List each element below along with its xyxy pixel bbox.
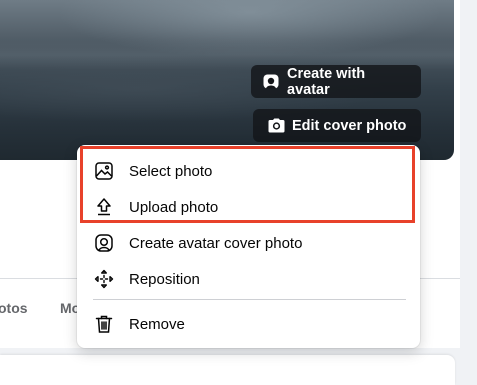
menu-item-label: Reposition: [129, 270, 200, 288]
create-with-avatar-label: Create with avatar: [287, 65, 366, 98]
menu-item-remove[interactable]: Remove: [85, 306, 412, 342]
menu-item-label: Remove: [129, 315, 185, 333]
menu-item-select-photo[interactable]: Select photo: [85, 153, 412, 189]
upload-icon: [93, 196, 115, 218]
trash-icon: [93, 313, 115, 335]
edit-cover-photo-button[interactable]: Edit cover photo: [253, 109, 421, 142]
edit-cover-photo-label: Edit cover photo: [292, 117, 407, 134]
create-with-avatar-button[interactable]: Create with avatar: [251, 65, 421, 98]
avatar-icon: [262, 73, 280, 91]
menu-item-label: Create avatar cover photo: [129, 234, 303, 252]
menu-item-create-avatar-cover[interactable]: Create avatar cover photo: [85, 225, 412, 261]
cover-photo-menu: Select photo Upload photo Create avatar …: [77, 145, 420, 348]
menu-item-reposition[interactable]: Reposition: [85, 261, 412, 297]
image-icon: [93, 160, 115, 182]
menu-item-label: Upload photo: [129, 198, 219, 216]
page-margin: [460, 0, 477, 374]
avatar-icon: [93, 232, 115, 254]
content-card: [0, 355, 455, 385]
menu-item-upload-photo[interactable]: Upload photo: [85, 189, 412, 225]
menu-item-label: Select photo: [129, 162, 213, 180]
section-gap: [0, 348, 460, 355]
move-icon: [93, 268, 115, 290]
menu-divider: [93, 299, 406, 300]
camera-icon: [268, 118, 285, 133]
tab-photos[interactable]: otos: [0, 300, 28, 316]
